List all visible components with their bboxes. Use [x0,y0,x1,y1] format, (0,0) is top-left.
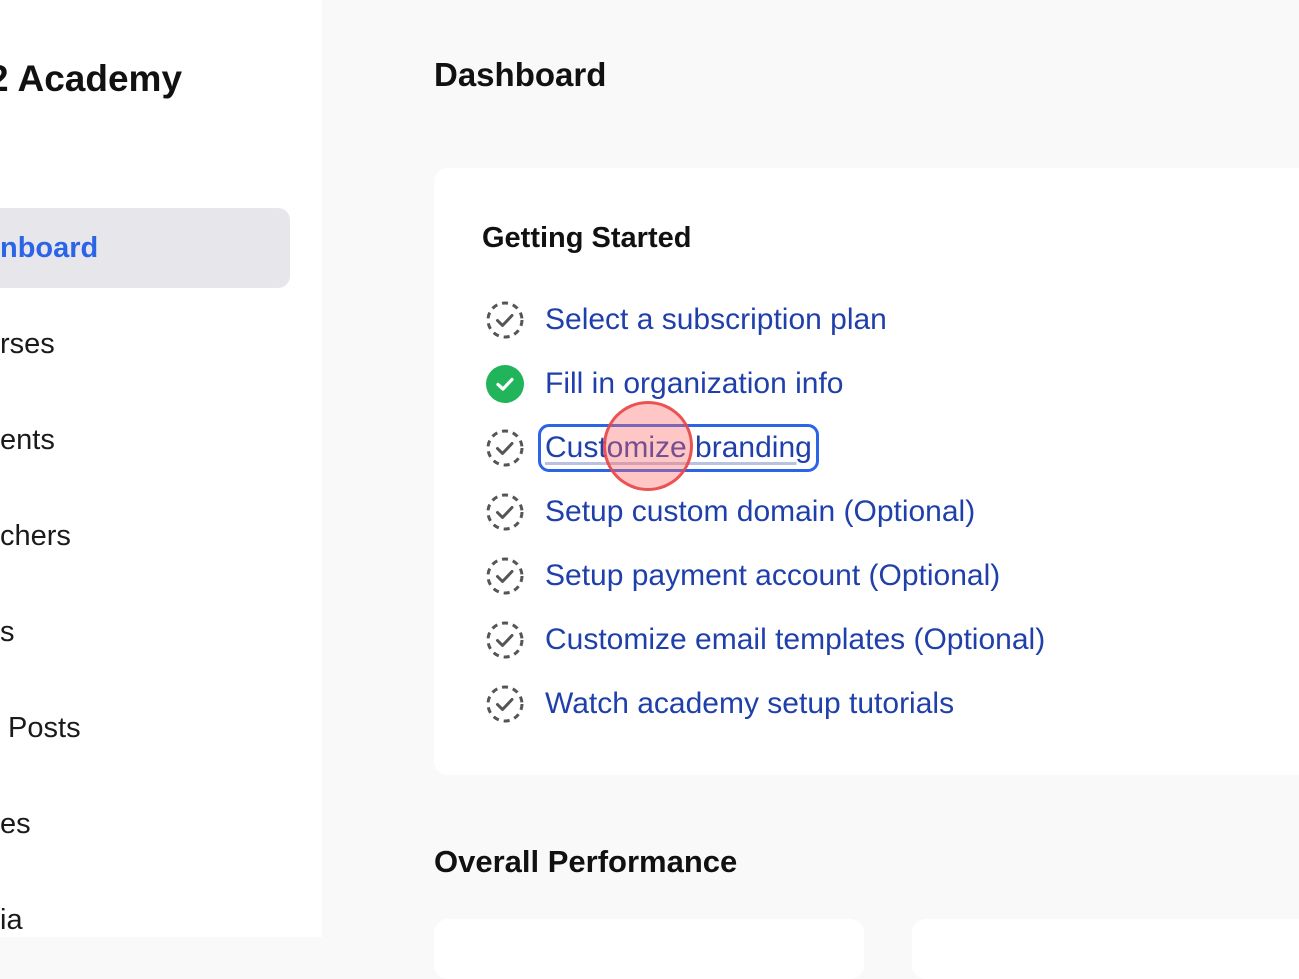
step-payment-account: Setup payment account (Optional) [484,554,1000,598]
step-custom-domain: Setup custom domain (Optional) [484,490,975,534]
sidebar-item-media[interactable]: ia [0,880,290,937]
sidebar-item-teachers[interactable]: chers [0,496,290,576]
dashed-circle-check-icon [484,427,526,469]
stat-card [434,919,864,979]
step-link-payment-account[interactable]: Setup payment account (Optional) [545,559,1000,593]
step-subscription-plan: Select a subscription plan [484,298,887,342]
step-link-custom-domain[interactable]: Setup custom domain (Optional) [545,495,975,529]
sidebar-item-label: s [0,615,15,648]
step-link-setup-tutorials[interactable]: Watch academy setup tutorials [545,687,954,721]
sidebar-item-5[interactable]: s [0,592,290,672]
step-email-templates: Customize email templates (Optional) [484,618,1045,662]
dashed-circle-check-icon [484,683,526,725]
sidebar-item-label: Posts [0,711,81,744]
dashed-circle-check-icon [484,491,526,533]
sidebar-item-label: ia [0,903,23,936]
sidebar-item-label: es [0,807,31,840]
dashed-circle-check-icon [484,619,526,661]
sidebar-item-label: nboard [0,231,99,264]
dashed-circle-check-icon [484,555,526,597]
sidebar-item-courses[interactable]: rses [0,304,290,384]
sidebar-item-posts[interactable]: Posts [0,688,290,768]
page-title: Dashboard [434,56,607,93]
step-link-customize-branding[interactable]: Customize branding [538,424,819,472]
step-link-subscription-plan[interactable]: Select a subscription plan [545,303,887,337]
sidebar-item-dashboard[interactable]: nboard [0,208,290,288]
step-link-organization-info[interactable]: Fill in organization info [545,367,844,401]
dashed-circle-check-icon [484,299,526,341]
getting-started-title: Getting Started [482,222,692,254]
brand-title: 2 Academy [0,58,183,99]
sidebar-item-7[interactable]: es [0,784,290,864]
filled-circle-check-icon [484,363,526,405]
step-setup-tutorials: Watch academy setup tutorials [484,682,954,726]
getting-started-card: Getting Started Select a subscription pl… [434,168,1299,775]
overall-performance-title: Overall Performance [434,844,738,879]
sidebar-item-label: ents [0,423,55,456]
sidebar-item-label: rses [0,327,55,360]
step-organization-info: Fill in organization info [484,362,844,406]
sidebar-item-label: chers [0,519,71,552]
sidebar: 2 Academy nboard rses ents chers s Posts… [0,0,322,937]
step-link-email-templates[interactable]: Customize email templates (Optional) [545,623,1045,657]
main-content: Dashboard Getting Started Select a subsc… [322,0,1299,979]
step-customize-branding: Customize branding [484,424,819,472]
stat-card [912,919,1299,979]
sidebar-item-students[interactable]: ents [0,400,290,480]
